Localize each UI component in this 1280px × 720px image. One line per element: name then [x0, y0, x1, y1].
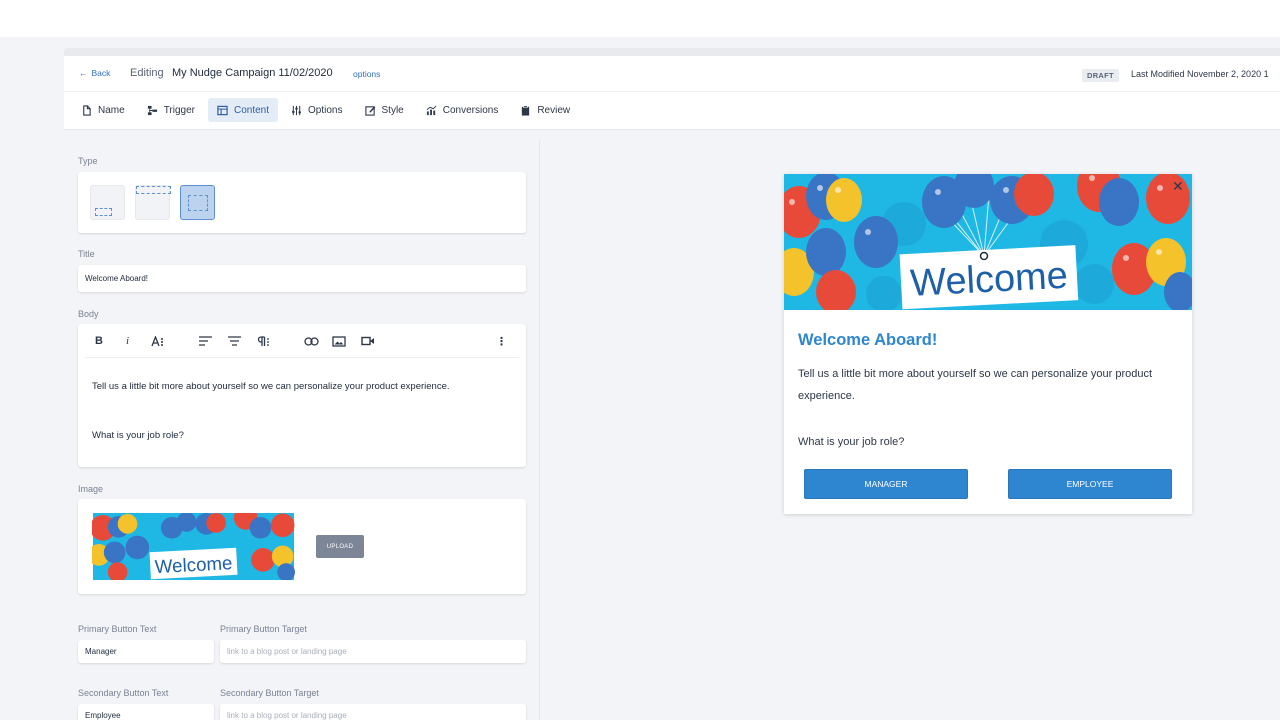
italic-button[interactable]: i	[126, 334, 129, 348]
table-icon	[217, 105, 228, 115]
tab-name[interactable]: Name	[72, 98, 134, 122]
tab-label: Review	[537, 104, 571, 116]
align-left-button[interactable]	[199, 334, 212, 348]
paragraph-button[interactable]	[256, 334, 270, 348]
last-modified: Last Modified November 2, 2020 1	[1131, 69, 1269, 79]
file-icon	[83, 104, 91, 116]
body-text-line2[interactable]: What is your job role?	[92, 430, 184, 441]
banner-text: Welcome	[154, 552, 233, 577]
layout-icon	[95, 208, 112, 216]
upload-button[interactable]: UPLOAD	[316, 535, 364, 558]
type-label: Type	[78, 156, 98, 166]
secondary-target-input[interactable]: link to a blog post or landing page	[220, 704, 526, 720]
more-options-icon[interactable]: ⋮	[496, 334, 507, 348]
editor-header: ← Back Editing My Nudge Campaign 11/02/2…	[64, 56, 1280, 130]
preview-body: Tell us a little bit more about yourself…	[798, 368, 1153, 402]
nudge-preview: Welcome ✕ Welcome Aboard! Tell us a litt…	[784, 174, 1192, 514]
type-option-corner[interactable]	[90, 185, 125, 220]
chart-icon	[426, 105, 437, 115]
primary-target-label: Primary Button Target	[220, 624, 307, 634]
title-input[interactable]: Welcome Aboard!	[78, 265, 526, 292]
header-top-row: ← Back Editing My Nudge Campaign 11/02/2…	[64, 56, 1280, 92]
manager-button[interactable]: MANAGER	[804, 469, 968, 499]
image-icon	[332, 335, 346, 347]
back-label: Back	[91, 68, 111, 78]
align-left-icon	[199, 336, 212, 346]
tab-label: Trigger	[163, 104, 195, 116]
editing-label: Editing	[130, 67, 164, 79]
image-card: Welcome UPLOAD	[78, 499, 526, 594]
tab-options[interactable]: Options	[282, 98, 351, 122]
primary-text-input[interactable]: Manager	[78, 640, 214, 663]
banner-text: Welcome	[909, 255, 1069, 305]
status-badge: DRAFT	[1082, 69, 1119, 82]
preview-title: Welcome Aboard!	[798, 331, 938, 349]
tab-trigger[interactable]: Trigger	[138, 98, 204, 122]
primary-target-input[interactable]: link to a blog post or landing page	[220, 640, 526, 663]
toolbar-divider	[85, 357, 519, 358]
options-link[interactable]: options	[353, 69, 380, 79]
welcome-banner-image: Welcome	[784, 174, 1192, 310]
font-size-icon	[151, 335, 163, 346]
title-label: Title	[78, 249, 95, 259]
clipboard-icon	[522, 105, 530, 116]
welcome-banner: Welcome	[784, 174, 1192, 310]
trigger-icon	[147, 105, 157, 115]
align-center-button[interactable]	[228, 334, 241, 348]
link-icon	[304, 336, 319, 346]
campaign-name: My Nudge Campaign 11/02/2020	[172, 67, 333, 79]
type-option-modal[interactable]	[180, 185, 215, 220]
body-text-line1[interactable]: Tell us a little bit more about yourself…	[92, 381, 450, 392]
type-card	[78, 172, 526, 233]
type-option-banner[interactable]	[135, 185, 171, 220]
align-center-icon	[228, 336, 241, 346]
tab-label: Conversions	[442, 104, 499, 116]
body-label: Body	[78, 309, 99, 319]
tab-content[interactable]: Content	[208, 98, 279, 122]
sliders-icon	[292, 105, 301, 115]
tab-review[interactable]: Review	[511, 98, 579, 122]
link-button[interactable]	[304, 334, 319, 348]
preview-question: What is your job role?	[798, 436, 905, 448]
layout-icon	[188, 195, 208, 211]
welcome-thumbnail: Welcome	[92, 513, 295, 580]
tab-label: Style	[381, 104, 404, 116]
content-form: Type Title Welcome Aboard! Body B i ⋮ Te…	[64, 140, 540, 720]
close-icon[interactable]: ✕	[1172, 178, 1184, 195]
layout-icon	[136, 186, 171, 194]
image-button[interactable]	[332, 334, 346, 348]
image-label: Image	[78, 484, 104, 494]
tab-bar: Name Trigger Content Options Style Conve…	[72, 98, 579, 122]
font-size-button[interactable]	[151, 334, 165, 348]
edit-icon	[364, 105, 375, 116]
string-knot	[979, 251, 989, 261]
arrow-left-icon: ←	[79, 68, 88, 78]
secondary-text-input[interactable]: Employee	[78, 704, 214, 720]
employee-button[interactable]: EMPLOYEE	[1008, 469, 1172, 499]
bold-button[interactable]: B	[95, 334, 103, 348]
secondary-target-label: Secondary Button Target	[220, 688, 319, 698]
video-icon	[361, 336, 374, 346]
tab-conversions[interactable]: Conversions	[417, 98, 508, 122]
back-button[interactable]: ← Back	[79, 68, 110, 78]
secondary-text-label: Secondary Button Text	[78, 688, 169, 698]
tab-label: Name	[98, 104, 125, 116]
tab-style[interactable]: Style	[356, 98, 413, 122]
top-bar	[0, 0, 1280, 37]
video-button[interactable]	[361, 334, 375, 348]
body-editor: B i ⋮ Tell us a little bit more about yo…	[78, 324, 526, 467]
paragraph-icon	[257, 335, 269, 346]
tab-label: Options	[308, 104, 343, 116]
primary-text-label: Primary Button Text	[78, 624, 157, 634]
tab-label: Content	[234, 104, 270, 116]
